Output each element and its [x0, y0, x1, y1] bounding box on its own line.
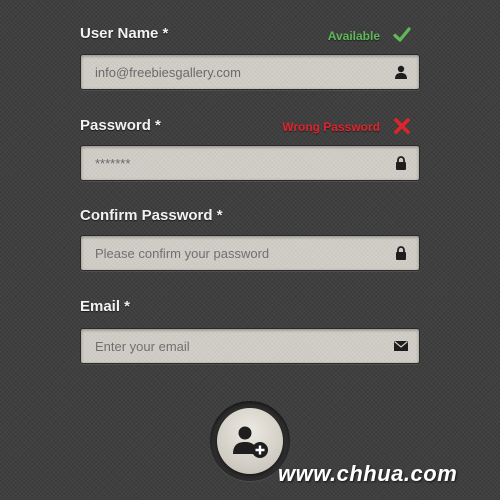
- cross-icon: [394, 118, 410, 134]
- confirm-password-field[interactable]: [80, 235, 420, 271]
- email-input[interactable]: [95, 329, 375, 363]
- username-input[interactable]: [95, 55, 375, 89]
- envelope-icon: [394, 341, 408, 351]
- password-label: Password *: [80, 117, 161, 134]
- username-status: Available: [327, 29, 380, 43]
- lock-icon: [396, 156, 406, 170]
- add-user-button[interactable]: [217, 408, 283, 474]
- username-label: User Name *: [80, 25, 169, 42]
- add-user-icon: [233, 426, 268, 458]
- email-field[interactable]: [80, 328, 420, 364]
- confirm-password-label: Confirm Password *: [80, 207, 223, 224]
- watermark: www.chhua.com: [278, 461, 458, 486]
- lock-icon: [396, 246, 406, 260]
- confirm-password-input[interactable]: [95, 236, 375, 270]
- check-icon: [393, 27, 411, 42]
- email-label: Email *: [80, 298, 131, 315]
- password-status: Wrong Password: [282, 120, 380, 134]
- password-input[interactable]: [95, 146, 375, 180]
- username-field[interactable]: [80, 54, 420, 90]
- password-field[interactable]: [80, 145, 420, 181]
- user-icon: [395, 65, 407, 79]
